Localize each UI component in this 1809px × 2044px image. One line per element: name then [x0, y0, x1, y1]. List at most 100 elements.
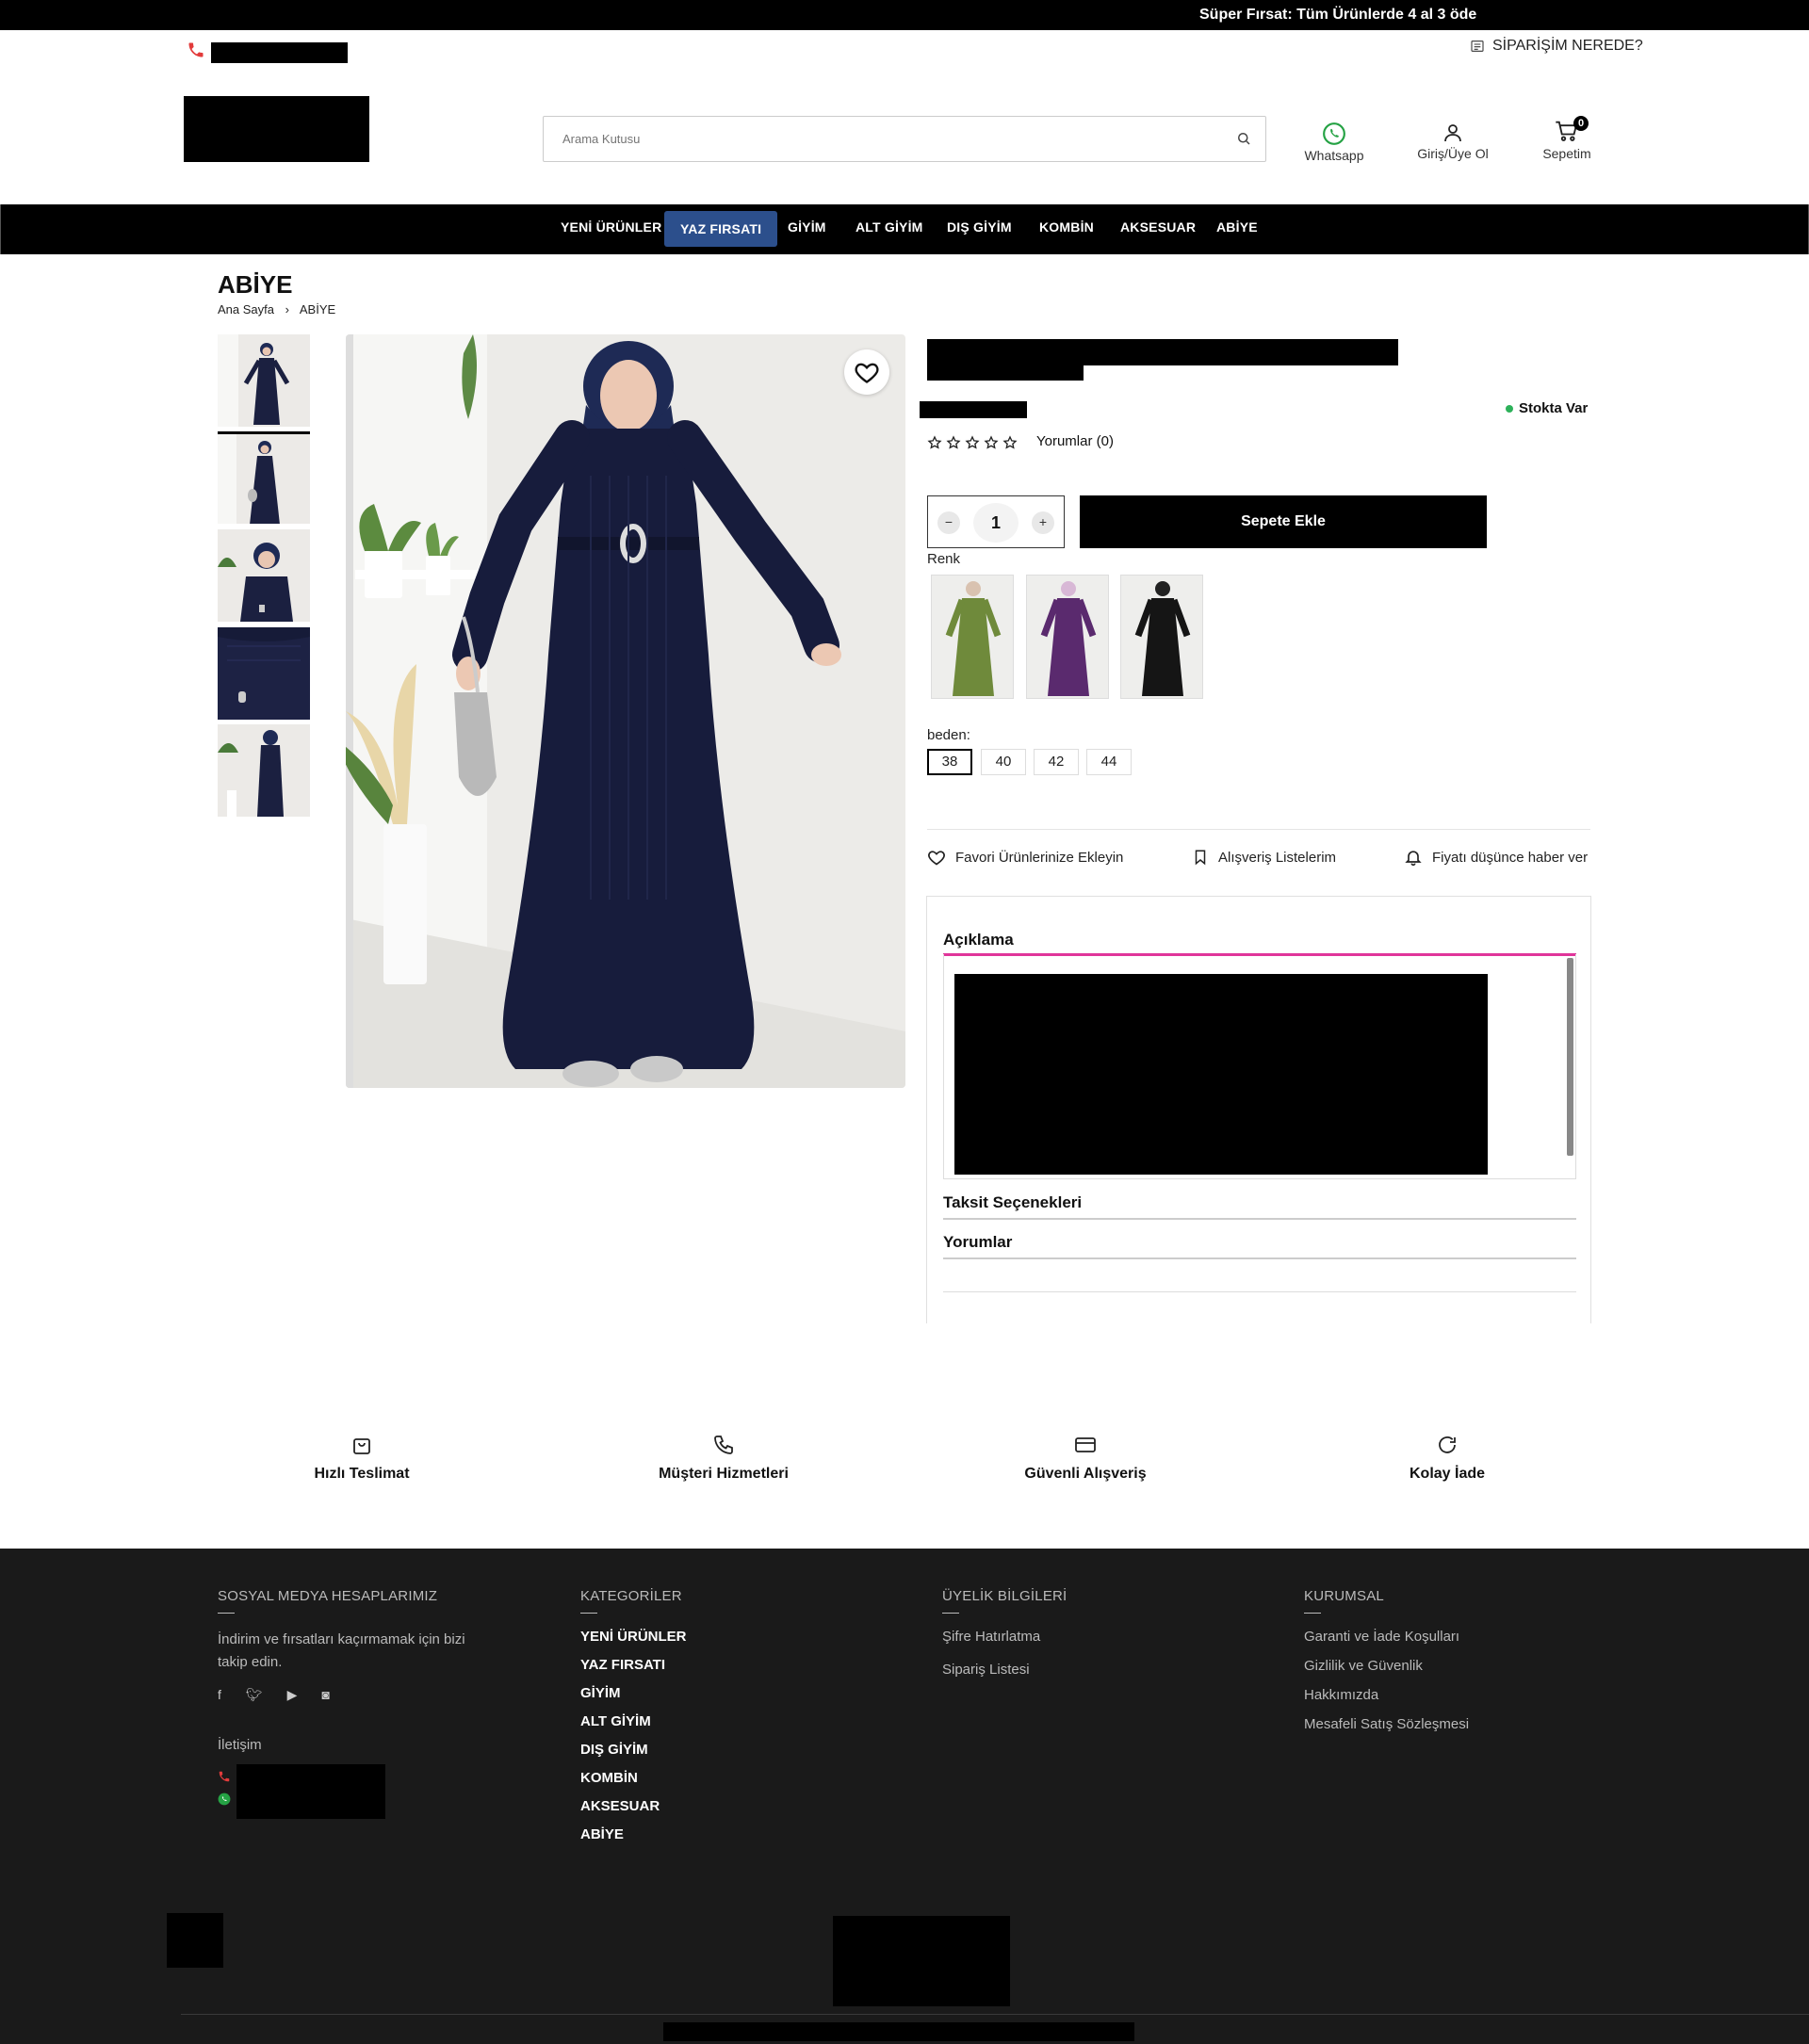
order-tracking-link[interactable]: SİPARİŞİM NEREDE? [1470, 38, 1643, 55]
footer-category-link[interactable]: ABİYE [580, 1826, 687, 1842]
nav-item-yaz-firsati[interactable]: YAZ FIRSATI [664, 211, 778, 247]
star-icon [984, 435, 999, 449]
footer-corporate-link[interactable]: Gizlilik ve Güvenlik [1304, 1658, 1469, 1674]
description-redacted [954, 974, 1488, 1175]
nav-item-abiye[interactable]: ABİYE [1216, 219, 1258, 235]
quantity-decrease-button[interactable]: − [937, 511, 960, 534]
add-to-favorites-link[interactable]: Favori Ürünlerinize Ekleyin [927, 848, 1123, 867]
thumbnail-2[interactable] [218, 431, 310, 524]
footer-corporate-link[interactable]: Hakkımızda [1304, 1687, 1469, 1703]
user-icon [1444, 124, 1461, 142]
tab-installments[interactable]: Taksit Seçenekleri [943, 1193, 1082, 1212]
divider [218, 1613, 235, 1614]
refresh-icon [1439, 1436, 1456, 1453]
tab-reviews[interactable]: Yorumlar [943, 1233, 1012, 1252]
footer-category-link[interactable]: AKSESUAR [580, 1798, 687, 1814]
whatsapp-link[interactable]: Whatsapp [1304, 122, 1364, 163]
site-logo[interactable] [184, 96, 369, 162]
size-option-40[interactable]: 40 [981, 749, 1026, 775]
footer-corporate-link[interactable]: Garanti ve İade Koşulları [1304, 1629, 1469, 1645]
footer-category-link[interactable]: ALT GİYİM [580, 1713, 687, 1729]
stock-status: Stokta Var [1506, 400, 1588, 416]
nav-item-giyim[interactable]: GİYİM [788, 219, 826, 235]
heart-icon [855, 363, 879, 383]
footer-membership-link[interactable]: Sipariş Listesi [942, 1662, 1067, 1678]
tab-installments-underline [943, 1218, 1576, 1220]
favorite-heart-button[interactable] [844, 349, 889, 395]
feature-easy-return: Kolay İade [1334, 1434, 1560, 1483]
footer-category-link[interactable]: GİYİM [580, 1685, 687, 1701]
feature-customer-service-label: Müşteri Hizmetleri [659, 1466, 789, 1482]
color-option-green[interactable] [931, 575, 1014, 699]
divider [927, 829, 1590, 830]
search-icon[interactable] [1235, 130, 1252, 147]
footer-categories: KATEGORİLER YENİ ÜRÜNLER YAZ FIRSATI GİY… [580, 1588, 687, 1855]
bell-icon [1405, 851, 1422, 867]
product-main-image[interactable] [346, 334, 905, 1088]
heart-icon [928, 851, 945, 866]
footer-corporate: KURUMSAL Garanti ve İade Koşulları Gizli… [1304, 1588, 1469, 1745]
cart-link[interactable]: Sepetim 0 [1539, 116, 1595, 161]
whatsapp-icon [218, 1793, 231, 1806]
login-link[interactable]: Giriş/Üye Ol [1413, 122, 1492, 161]
product-price-redacted [920, 401, 1027, 418]
color-option-black[interactable] [1120, 575, 1203, 699]
instagram-icon[interactable]: ◙ [321, 1687, 329, 1703]
size-option-42[interactable]: 42 [1034, 749, 1079, 775]
footer-contact [218, 1764, 500, 1819]
facebook-icon[interactable]: f [218, 1687, 221, 1703]
size-option-38[interactable]: 38 [927, 749, 972, 775]
quantity-value[interactable]: 1 [973, 503, 1019, 543]
price-alert-link[interactable]: Fiyatı düşünce haber ver [1404, 848, 1588, 867]
nav-item-alt-giyim[interactable]: ALT GİYİM [856, 219, 923, 235]
color-option-purple[interactable] [1026, 575, 1109, 699]
divider [943, 1291, 1576, 1292]
footer-category-link[interactable]: YENİ ÜRÜNLER [580, 1629, 687, 1645]
footer-membership: ÜYELİK BİLGİLERİ Şifre Hatırlatma Sipari… [942, 1588, 1067, 1691]
chevron-right-icon: › [285, 302, 289, 316]
shopping-bag-icon [353, 1438, 370, 1454]
footer-divider [181, 2014, 1809, 2015]
divider [580, 1613, 597, 1614]
nav-item-kombin[interactable]: KOMBİN [1039, 219, 1094, 235]
breadcrumb-current[interactable]: ABİYE [300, 302, 335, 316]
add-to-cart-button[interactable]: Sepete Ekle [1080, 495, 1487, 548]
credit-card-icon [1075, 1437, 1096, 1452]
thumbnail-1[interactable] [218, 334, 310, 427]
footer-categories-title: KATEGORİLER [580, 1588, 682, 1604]
promo-text: Süper Fırsat: Tüm Ürünlerde 4 al 3 öde [1199, 7, 1477, 23]
thumbnail-5[interactable] [218, 724, 310, 817]
nav-item-dis-giyim[interactable]: DIŞ GİYİM [947, 219, 1012, 235]
footer: SOSYAL MEDYA HESAPLARIMIZ İndirim ve fır… [0, 1549, 1809, 2044]
footer-category-link[interactable]: DIŞ GİYİM [580, 1742, 687, 1758]
phone-icon [714, 1436, 733, 1454]
thumbnail-3[interactable] [218, 529, 310, 622]
footer-logo-redacted [833, 1916, 1010, 2006]
breadcrumb-home[interactable]: Ana Sayfa [218, 302, 274, 316]
shopping-lists-link[interactable]: Alışveriş Listelerim [1192, 848, 1336, 867]
nav-item-aksesuar[interactable]: AKSESUAR [1120, 219, 1196, 235]
description-scrollbar[interactable] [1567, 958, 1573, 1156]
footer-category-link[interactable]: YAZ FIRSATI [580, 1657, 687, 1673]
search-input[interactable] [544, 117, 1203, 161]
footer-category-link[interactable]: KOMBİN [580, 1770, 687, 1786]
footer-badge-redacted [167, 1913, 223, 1968]
reviews-link[interactable]: Yorumlar (0) [1036, 433, 1114, 449]
footer-corporate-link[interactable]: Mesafeli Satış Sözleşmesi [1304, 1716, 1469, 1732]
tab-description[interactable]: Açıklama [943, 931, 1014, 949]
star-icon [1002, 435, 1018, 449]
twitter-icon[interactable]: 🐦︎ [246, 1687, 263, 1703]
thumbnail-4[interactable] [218, 627, 310, 720]
product-name-redacted-line2 [927, 365, 1084, 381]
footer-social-text: İndirim ve fırsatları kaçırmamak için bi… [218, 1631, 465, 1670]
youtube-icon[interactable]: ▶ [287, 1687, 298, 1703]
nav-item-yeni-urunler[interactable]: YENİ ÜRÜNLER [561, 219, 661, 235]
bookmark-icon [1195, 850, 1206, 866]
size-option-44[interactable]: 44 [1086, 749, 1132, 775]
quantity-increase-button[interactable]: + [1032, 511, 1054, 534]
description-content [943, 954, 1576, 1179]
footer-membership-link[interactable]: Şifre Hatırlatma [942, 1629, 1067, 1645]
divider [1304, 1613, 1321, 1614]
phone-icon [219, 1771, 230, 1782]
star-icon [965, 435, 980, 449]
